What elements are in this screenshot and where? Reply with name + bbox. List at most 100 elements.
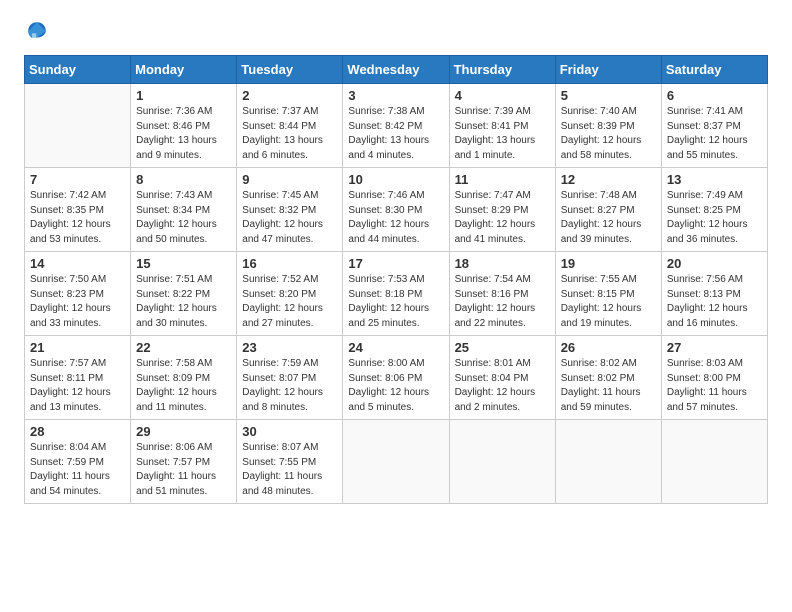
day-number: 29 xyxy=(136,424,231,439)
cell-content: Sunrise: 7:52 AMSunset: 8:20 PMDaylight:… xyxy=(242,273,337,331)
calendar-cell: 4 Sunrise: 7:39 AMSunset: 8:41 PMDaylight… xyxy=(449,84,555,168)
day-number: 4 xyxy=(455,88,550,103)
day-number: 21 xyxy=(30,340,125,355)
calendar-cell xyxy=(449,420,555,504)
day-number: 30 xyxy=(242,424,337,439)
day-number: 22 xyxy=(136,340,231,355)
day-number: 5 xyxy=(561,88,656,103)
cell-content: Sunrise: 7:47 AMSunset: 8:29 PMDaylight:… xyxy=(455,189,550,247)
cell-content: Sunrise: 7:57 AMSunset: 8:11 PMDaylight:… xyxy=(30,357,125,415)
calendar-cell: 16 Sunrise: 7:52 AMSunset: 8:20 PMDayligh… xyxy=(237,252,343,336)
cell-content: Sunrise: 7:59 AMSunset: 8:07 PMDaylight:… xyxy=(242,357,337,415)
calendar-cell: 23Sunrise: 7:59 AMSunset: 8:07 PMDayligh… xyxy=(237,336,343,420)
calendar-cell: 25 Sunrise: 8:01 AMSunset: 8:04 PMDayligh… xyxy=(449,336,555,420)
cell-content: Sunrise: 7:58 AMSunset: 8:09 PMDaylight:… xyxy=(136,357,231,415)
cell-content: Sunrise: 7:53 AMSunset: 8:18 PMDaylight:… xyxy=(348,273,443,331)
day-header-thursday: Thursday xyxy=(449,56,555,84)
day-number: 19 xyxy=(561,256,656,271)
day-number: 2 xyxy=(242,88,337,103)
calendar-cell: 28 Sunrise: 8:04 AMSunset: 7:59 PMDayligh… xyxy=(25,420,131,504)
calendar-cell: 26 Sunrise: 8:02 AMSunset: 8:02 PMDayligh… xyxy=(555,336,661,420)
cell-content: Sunrise: 7:40 AMSunset: 8:39 PMDaylight:… xyxy=(561,105,656,163)
cell-content: Sunrise: 7:43 AMSunset: 8:34 PMDaylight:… xyxy=(136,189,231,247)
calendar-cell: 13 Sunrise: 7:49 AMSunset: 8:25 PMDayligh… xyxy=(661,168,767,252)
calendar-cell: 22 Sunrise: 7:58 AMSunset: 8:09 PMDayligh… xyxy=(131,336,237,420)
calendar-cell: 14 Sunrise: 7:50 AMSunset: 8:23 PMDayligh… xyxy=(25,252,131,336)
calendar-cell: 10 Sunrise: 7:46 AMSunset: 8:30 PMDayligh… xyxy=(343,168,449,252)
day-number: 27 xyxy=(667,340,762,355)
cell-content: Sunrise: 7:48 AMSunset: 8:27 PMDaylight:… xyxy=(561,189,656,247)
calendar-cell: 21 Sunrise: 7:57 AMSunset: 8:11 PMDayligh… xyxy=(25,336,131,420)
calendar-cell: 12Sunrise: 7:48 AMSunset: 8:27 PMDayligh… xyxy=(555,168,661,252)
calendar-cell: 24Sunrise: 8:00 AMSunset: 8:06 PMDayligh… xyxy=(343,336,449,420)
calendar-cell: 7Sunrise: 7:42 AMSunset: 8:35 PMDaylight… xyxy=(25,168,131,252)
calendar-cell: 19 Sunrise: 7:55 AMSunset: 8:15 PMDayligh… xyxy=(555,252,661,336)
calendar-cell: 9 Sunrise: 7:45 AMSunset: 8:32 PMDaylight… xyxy=(237,168,343,252)
cell-content: Sunrise: 7:45 AMSunset: 8:32 PMDaylight:… xyxy=(242,189,337,247)
calendar-cell xyxy=(25,84,131,168)
calendar-week-row: 28 Sunrise: 8:04 AMSunset: 7:59 PMDayligh… xyxy=(25,420,768,504)
calendar-cell: 8 Sunrise: 7:43 AMSunset: 8:34 PMDaylight… xyxy=(131,168,237,252)
day-number: 25 xyxy=(455,340,550,355)
calendar-cell: 17 Sunrise: 7:53 AMSunset: 8:18 PMDayligh… xyxy=(343,252,449,336)
day-number: 3 xyxy=(348,88,443,103)
cell-content: Sunrise: 8:06 AMSunset: 7:57 PMDaylight:… xyxy=(136,441,231,499)
day-header-friday: Friday xyxy=(555,56,661,84)
day-number: 7 xyxy=(30,172,125,187)
logo-icon xyxy=(26,20,48,42)
cell-content: Sunrise: 7:49 AMSunset: 8:25 PMDaylight:… xyxy=(667,189,762,247)
day-number: 14 xyxy=(30,256,125,271)
calendar-body: 1 Sunrise: 7:36 AMSunset: 8:46 PMDaylight… xyxy=(25,84,768,504)
cell-content: Sunrise: 7:50 AMSunset: 8:23 PMDaylight:… xyxy=(30,273,125,331)
calendar-cell: 30 Sunrise: 8:07 AMSunset: 7:55 PMDayligh… xyxy=(237,420,343,504)
day-number: 17 xyxy=(348,256,443,271)
calendar-table: SundayMondayTuesdayWednesdayThursdayFrid… xyxy=(24,55,768,504)
cell-content: Sunrise: 7:36 AMSunset: 8:46 PMDaylight:… xyxy=(136,105,231,163)
day-number: 1 xyxy=(136,88,231,103)
cell-content: Sunrise: 7:55 AMSunset: 8:15 PMDaylight:… xyxy=(561,273,656,331)
day-number: 18 xyxy=(455,256,550,271)
cell-content: Sunrise: 7:46 AMSunset: 8:30 PMDaylight:… xyxy=(348,189,443,247)
calendar-cell: 11 Sunrise: 7:47 AMSunset: 8:29 PMDayligh… xyxy=(449,168,555,252)
day-number: 10 xyxy=(348,172,443,187)
calendar-cell: 15 Sunrise: 7:51 AMSunset: 8:22 PMDayligh… xyxy=(131,252,237,336)
calendar-cell: 1 Sunrise: 7:36 AMSunset: 8:46 PMDaylight… xyxy=(131,84,237,168)
day-header-wednesday: Wednesday xyxy=(343,56,449,84)
day-number: 15 xyxy=(136,256,231,271)
cell-content: Sunrise: 8:01 AMSunset: 8:04 PMDaylight:… xyxy=(455,357,550,415)
day-number: 26 xyxy=(561,340,656,355)
logo xyxy=(24,20,48,47)
cell-content: Sunrise: 8:07 AMSunset: 7:55 PMDaylight:… xyxy=(242,441,337,499)
page-header xyxy=(24,20,768,47)
cell-content: Sunrise: 7:39 AMSunset: 8:41 PMDaylight:… xyxy=(455,105,550,163)
day-number: 24 xyxy=(348,340,443,355)
day-header-tuesday: Tuesday xyxy=(237,56,343,84)
cell-content: Sunrise: 8:03 AMSunset: 8:00 PMDaylight:… xyxy=(667,357,762,415)
day-number: 13 xyxy=(667,172,762,187)
day-number: 11 xyxy=(455,172,550,187)
calendar-cell: 5 Sunrise: 7:40 AMSunset: 8:39 PMDaylight… xyxy=(555,84,661,168)
day-header-monday: Monday xyxy=(131,56,237,84)
day-header-sunday: Sunday xyxy=(25,56,131,84)
day-number: 9 xyxy=(242,172,337,187)
calendar-cell: 20Sunrise: 7:56 AMSunset: 8:13 PMDayligh… xyxy=(661,252,767,336)
day-number: 16 xyxy=(242,256,337,271)
calendar-cell: 27 Sunrise: 8:03 AMSunset: 8:00 PMDayligh… xyxy=(661,336,767,420)
calendar-cell: 3 Sunrise: 7:38 AMSunset: 8:42 PMDaylight… xyxy=(343,84,449,168)
calendar-cell: 29 Sunrise: 8:06 AMSunset: 7:57 PMDayligh… xyxy=(131,420,237,504)
cell-content: Sunrise: 8:04 AMSunset: 7:59 PMDaylight:… xyxy=(30,441,125,499)
calendar-cell xyxy=(343,420,449,504)
calendar-week-row: 21 Sunrise: 7:57 AMSunset: 8:11 PMDayligh… xyxy=(25,336,768,420)
day-number: 8 xyxy=(136,172,231,187)
calendar-week-row: 14 Sunrise: 7:50 AMSunset: 8:23 PMDayligh… xyxy=(25,252,768,336)
calendar-cell: 6Sunrise: 7:41 AMSunset: 8:37 PMDaylight… xyxy=(661,84,767,168)
day-number: 28 xyxy=(30,424,125,439)
calendar-week-row: 7Sunrise: 7:42 AMSunset: 8:35 PMDaylight… xyxy=(25,168,768,252)
cell-content: Sunrise: 8:02 AMSunset: 8:02 PMDaylight:… xyxy=(561,357,656,415)
cell-content: Sunrise: 7:54 AMSunset: 8:16 PMDaylight:… xyxy=(455,273,550,331)
calendar-cell: 2Sunrise: 7:37 AMSunset: 8:44 PMDaylight… xyxy=(237,84,343,168)
day-number: 6 xyxy=(667,88,762,103)
calendar-cell xyxy=(661,420,767,504)
cell-content: Sunrise: 7:51 AMSunset: 8:22 PMDaylight:… xyxy=(136,273,231,331)
cell-content: Sunrise: 7:38 AMSunset: 8:42 PMDaylight:… xyxy=(348,105,443,163)
